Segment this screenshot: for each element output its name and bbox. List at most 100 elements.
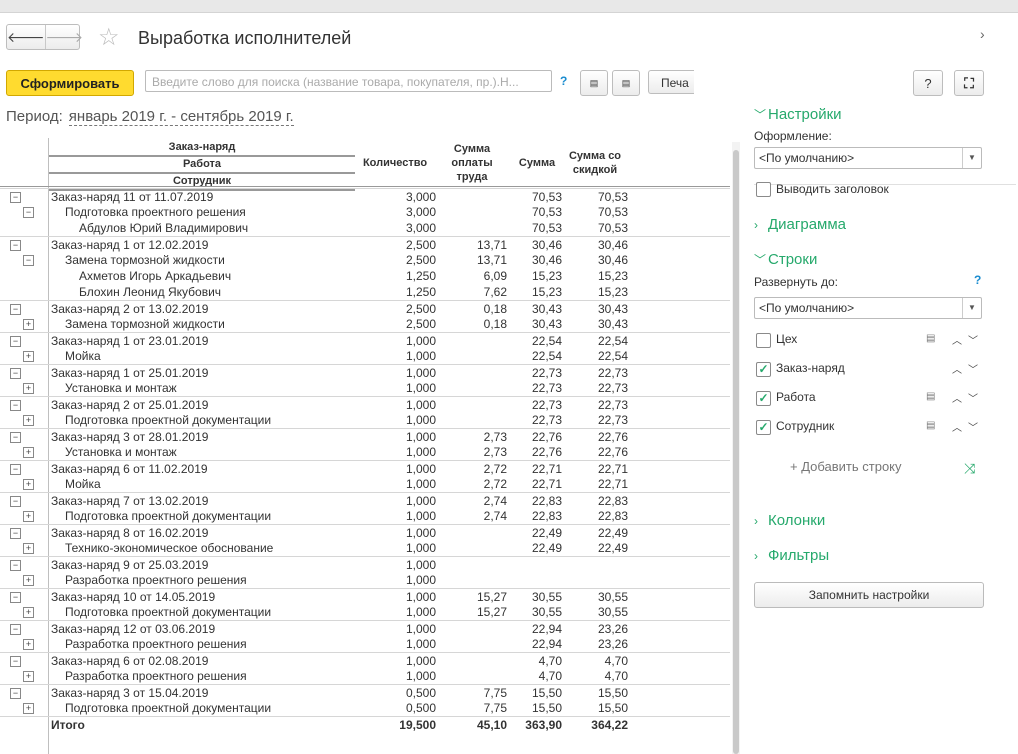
expand-select[interactable]: <По умолчанию> ▼ [754,297,982,319]
report-row[interactable]: − Подготовка проектного решения 3,000 70,53… [0,204,730,220]
help-button[interactable]: ? [913,70,943,96]
dropdown-arrow-icon[interactable]: ▼ [962,298,981,318]
collapse-icon[interactable]: − [23,207,34,218]
collapse-icon[interactable]: − [10,656,21,667]
grouping-fields-icon[interactable]: ▤ [926,391,939,403]
report-row[interactable]: − Заказ-наряд 1 от 12.02.2019 2,500 13,71 30… [0,236,730,253]
report-row[interactable]: − Заказ-наряд 6 от 02.08.2019 1,000 4,70 4,7… [0,652,730,669]
search-help-icon[interactable]: ? [560,74,567,88]
report-row[interactable]: − Замена тормозной жидкости 2,500 13,71 30,4… [0,252,730,268]
collapse-icon[interactable]: − [10,464,21,475]
expand-icon[interactable]: + [23,671,34,682]
report-row[interactable]: + Подготовка проектной документации 1,000 1… [0,604,730,620]
collapse-icon[interactable]: − [10,592,21,603]
report-row[interactable]: Абдулов Юрий Владимирович 3,000 70,53 70,53 [0,220,730,236]
grouping-checkbox[interactable] [756,333,771,348]
report-row[interactable]: + Мойка 1,000 22,54 22,54 [0,348,730,364]
report-row[interactable]: − Заказ-наряд 1 от 23.01.2019 1,000 22,54 22… [0,332,730,349]
report-row[interactable]: − Заказ-наряд 7 от 13.02.2019 1,000 2,74 22,… [0,492,730,509]
section-columns[interactable]: › Колонки [754,512,825,529]
expand-icon[interactable]: + [23,607,34,618]
report-row[interactable]: − Заказ-наряд 12 от 03.06.2019 1,000 22,94 2… [0,620,730,637]
move-up-down-icon[interactable]: ︿﹀ [952,390,984,405]
report-row[interactable]: − Заказ-наряд 1 от 25.01.2019 1,000 22,73 22… [0,364,730,381]
collapse-icon[interactable]: − [10,496,21,507]
save-settings-button[interactable]: Запомнить настройки [754,582,984,608]
collapse-icon[interactable]: − [10,624,21,635]
report-row[interactable]: − Заказ-наряд 2 от 13.02.2019 2,500 0,18 30,… [0,300,730,317]
report-row[interactable]: − Заказ-наряд 8 от 16.02.2019 1,000 22,49 22… [0,524,730,541]
report-row[interactable]: + Замена тормозной жидкости 2,500 0,18 30,43… [0,316,730,332]
report-row[interactable]: + Разработка проектного решения 1,000 22,94… [0,636,730,652]
report-row[interactable]: − Заказ-наряд 10 от 14.05.2019 1,000 15,27 3… [0,588,730,605]
collapse-icon[interactable]: − [10,336,21,347]
show-header-checkbox[interactable] [756,182,771,197]
collapse-icon[interactable]: − [10,192,21,203]
chevron-right-icon[interactable]: › [980,26,985,42]
search-settings-icon[interactable]: ▤ [580,70,608,96]
report-row[interactable]: + Установка и монтаж 1,000 22,73 22,73 [0,380,730,396]
grouping-checkbox[interactable]: ✓ [756,391,771,406]
report-row[interactable]: − Заказ-наряд 2 от 25.01.2019 1,000 22,73 22… [0,396,730,413]
collapse-icon[interactable]: − [10,432,21,443]
back-arrow-icon[interactable]: 🡐 [7,25,45,49]
collapse-icon[interactable]: − [10,560,21,571]
section-chart[interactable]: › Диаграмма [754,216,846,233]
report-row[interactable]: + Технико-экономическое обоснование 1,000 2… [0,540,730,556]
expand-icon[interactable]: + [23,383,34,394]
report-row[interactable]: + Мойка 1,000 2,72 22,71 22,71 [0,476,730,492]
expand-help-icon[interactable]: ? [974,273,981,287]
report-row[interactable]: + Установка и монтаж 1,000 2,73 22,76 22,76 [0,444,730,460]
expand-icon[interactable]: + [23,447,34,458]
report-row[interactable]: Ахметов Игорь Аркадьевич 1,250 6,09 15,23 15… [0,268,730,284]
report-row[interactable]: + Подготовка проектной документации 1,000 2… [0,508,730,524]
move-up-down-icon[interactable]: ︿﹀ [952,419,984,434]
report-row[interactable]: − Заказ-наряд 3 от 28.01.2019 1,000 2,73 22,… [0,428,730,445]
expand-icon[interactable]: + [23,639,34,650]
vertical-scrollbar[interactable] [732,142,740,754]
grouping-fields-icon[interactable]: ▤ [926,333,939,345]
add-row-link[interactable]: + Добавить строку [790,459,902,474]
collapse-icon[interactable]: − [23,255,34,266]
dropdown-arrow-icon[interactable]: ▼ [962,148,981,168]
expand-icon[interactable]: + [23,543,34,554]
expand-icon[interactable]: + [23,415,34,426]
section-rows[interactable]: ﹀ Строки [754,251,817,268]
collapse-icon[interactable]: − [10,304,21,315]
report-row[interactable]: − Заказ-наряд 3 от 15.04.2019 0,500 7,75 15,… [0,684,730,701]
search-clear-icon[interactable]: ▤ [612,70,640,96]
report-row[interactable]: Блохин Леонид Якубович 1,250 7,62 15,23 15,2… [0,284,730,300]
forward-arrow-icon[interactable]: 🡒 [44,25,83,49]
section-filters[interactable]: › Фильтры [754,547,829,564]
search-input[interactable]: Введите слово для поиска (название товар… [145,70,552,92]
move-up-down-icon[interactable]: ︿﹀ [952,361,984,376]
shuffle-icon[interactable]: ⤨ [964,460,975,477]
expand-icon[interactable]: + [23,351,34,362]
collapse-icon[interactable]: − [10,400,21,411]
period-link[interactable]: январь 2019 г. - сентябрь 2019 г. [68,108,294,126]
report-row[interactable]: − Заказ-наряд 6 от 11.02.2019 1,000 2,72 22,… [0,460,730,477]
expand-icon[interactable]: + [23,479,34,490]
design-select[interactable]: <По умолчанию> ▼ [754,147,982,169]
favorite-star-icon[interactable]: ☆ [98,23,120,52]
expand-icon[interactable]: + [23,319,34,330]
collapse-icon[interactable]: − [10,688,21,699]
collapse-icon[interactable]: − [10,240,21,251]
move-up-down-icon[interactable]: ︿﹀ [952,332,984,347]
expand-icon[interactable]: + [23,511,34,522]
report-row[interactable]: + Подготовка проектной документации 1,000 2… [0,412,730,428]
grouping-fields-icon[interactable]: ▤ [926,420,939,432]
expand-icon[interactable]: + [23,703,34,714]
section-settings[interactable]: ﹀ Настройки [754,106,842,123]
report-row[interactable]: − Заказ-наряд 11 от 11.07.2019 3,000 70,53 7… [0,188,730,205]
expand-icon[interactable]: + [23,575,34,586]
fullscreen-icon[interactable]: ⛶ [954,70,984,96]
report-row[interactable]: + Разработка проектного решения 1,000 4,70 4… [0,668,730,684]
report-row[interactable]: + Подготовка проектной документации 0,500 7… [0,700,730,716]
grouping-checkbox[interactable]: ✓ [756,420,771,435]
scrollbar-thumb[interactable] [733,150,739,754]
collapse-icon[interactable]: − [10,368,21,379]
print-button[interactable]: Печа [648,70,694,94]
grouping-checkbox[interactable]: ✓ [756,362,771,377]
report-row[interactable]: + Разработка проектного решения 1,000 [0,572,730,588]
